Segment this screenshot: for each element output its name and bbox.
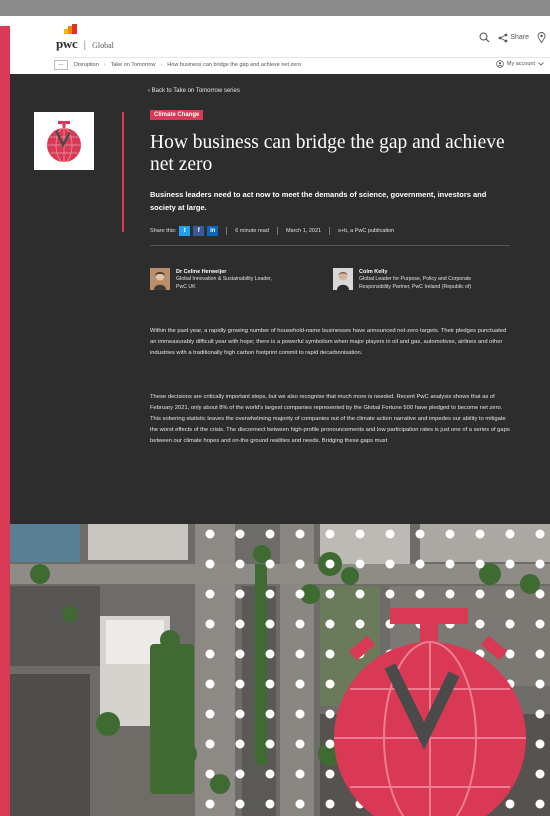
breadcrumb-item-disruption[interactable]: Disruption [74, 62, 99, 68]
author-card: Dr Celine Herweijer Global Innovation & … [150, 268, 276, 291]
search-icon[interactable] [479, 32, 490, 43]
author-role: Global Innovation & Sustainability Leade… [176, 276, 273, 290]
logo-text: pwc [56, 36, 78, 51]
article-paragraph: Within the past year, a rapidly growing … [150, 328, 507, 356]
article-divider-line [122, 112, 124, 232]
chevron-down-icon [538, 62, 544, 66]
breadcrumb: ... Disruption › Take on Tomorrow › How … [54, 57, 550, 71]
account-label: My account [506, 61, 535, 67]
avatar [333, 268, 353, 290]
account-menu[interactable]: My account [496, 60, 544, 68]
hero-image [10, 524, 550, 816]
logo-separator: | [83, 40, 87, 51]
read-time: 6 minute read [235, 228, 269, 234]
article-title: How business can bridge the gap and achi… [150, 132, 505, 175]
breadcrumb-item-take-on-tomorrow[interactable]: Take on Tomorrow [111, 62, 156, 68]
publish-date: March 1, 2021 [285, 228, 322, 234]
share-label: Share [510, 34, 529, 41]
meta-divider [226, 227, 228, 235]
meta-divider [329, 227, 331, 235]
author-name[interactable]: Dr Celine Herweijer [176, 268, 276, 276]
meta-rule [150, 245, 510, 246]
header-tools: Share [479, 32, 546, 43]
share-button[interactable]: Share [498, 33, 529, 43]
browser-top-strip [0, 0, 550, 16]
article-paragraph: These decisions are critically important… [150, 394, 510, 444]
topic-tag[interactable]: Climate Change [150, 110, 204, 120]
side-accent-bar [0, 26, 10, 816]
linkedin-icon[interactable]: in [207, 226, 219, 236]
account-icon [496, 60, 504, 68]
avatar [150, 268, 170, 290]
article-panel: ‹ Back to Take on Tomorrow series Climat… [10, 74, 550, 536]
back-link-label: Back to Take on Tomorrow series [151, 88, 240, 94]
share-this-label: Share this: [150, 228, 177, 234]
region-selector[interactable]: Global [92, 41, 114, 50]
publication-name: s+b, a PwC publication [338, 228, 395, 234]
article-thumbnail [34, 112, 94, 170]
breadcrumb-separator: › [103, 61, 106, 68]
article-meta: Share this: t f in 6 minute read March 1… [150, 226, 394, 236]
stopwatch-globe-icon [47, 121, 81, 163]
more-icon[interactable]: ... [54, 59, 68, 70]
twitter-icon[interactable]: t [179, 226, 191, 236]
location-icon[interactable] [537, 32, 546, 43]
site-header: pwc | Global Share ... Disruption › Take… [10, 16, 550, 72]
author-name[interactable]: Colm Kelly [359, 268, 479, 276]
facebook-icon[interactable]: f [193, 226, 205, 236]
meta-divider [276, 227, 278, 235]
author-card: Colm Kelly Global Leader for Purpose, Po… [333, 268, 479, 291]
article-subtitle: Business leaders need to act now to meet… [150, 190, 487, 212]
aerial-city-illustration [10, 524, 550, 816]
breadcrumb-separator: › [160, 61, 163, 68]
pwc-logo[interactable]: pwc | Global [56, 24, 114, 52]
author-role: Global Leader for Purpose, Policy and Co… [359, 276, 472, 290]
page: pwc | Global Share ... Disruption › Take… [10, 16, 550, 816]
pwc-logo-icon [64, 24, 77, 34]
breadcrumb-item-current: How business can bridge the gap and achi… [167, 61, 302, 68]
share-icon [498, 33, 508, 42]
back-link[interactable]: ‹ Back to Take on Tomorrow series [148, 88, 240, 94]
